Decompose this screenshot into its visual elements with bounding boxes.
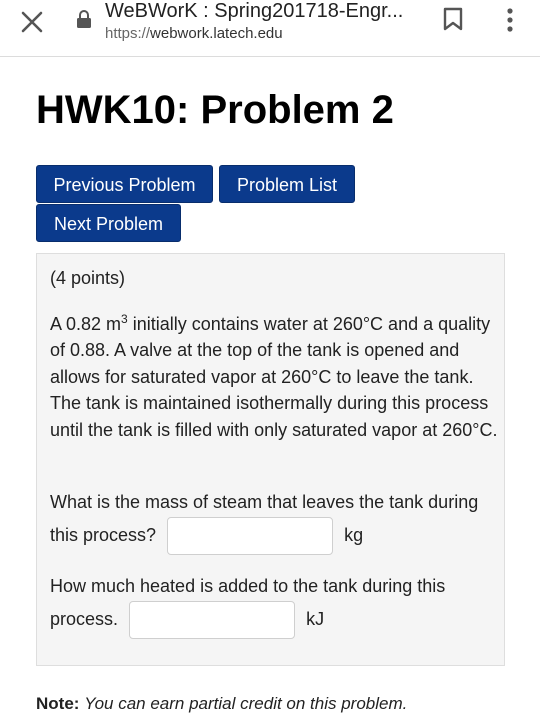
previous-problem-button[interactable]: Previous Problem [36,165,213,203]
url-scheme: https:// [105,25,151,42]
question-1: What is the mass of steam that leaves th… [50,487,498,555]
problem-panel: (4 points) A 0.82 m3 initially contains … [36,253,505,666]
next-problem-button[interactable]: Next Problem [36,204,181,242]
bookmark-icon[interactable] [442,6,464,32]
browser-toolbar: WeBWorK : Spring201718-Engr... https://w… [0,0,540,57]
answer-1-unit: kg [344,524,364,545]
note-text: You can earn partial credit on this prob… [84,694,408,713]
url-host: webwork.latech.edu [150,25,283,42]
note-label: Note: [36,694,80,713]
problem-list-button[interactable]: Problem List [219,165,355,203]
tab-title[interactable]: WeBWorK : Spring201718-Engr... [105,0,415,23]
url-bar[interactable]: https://webwork.latech.edu [105,25,283,42]
statement-part-a: A 0.82 m [50,314,122,334]
answer-2-input[interactable] [129,601,296,639]
close-icon[interactable] [18,8,46,36]
more-vert-icon[interactable] [500,6,520,34]
page-title: HWK10: Problem 2 [36,88,394,132]
answer-1-input[interactable] [167,517,334,555]
question-2: How much heated is added to the tank dur… [50,571,498,639]
problem-points: (4 points) [50,268,126,288]
answer-2-unit: kJ [306,608,325,629]
problem-statement: A 0.82 m3 initially contains water at 26… [50,311,498,443]
partial-credit-note: Note: You can earn partial credit on thi… [36,694,407,714]
statement-superscript: 3 [121,312,128,326]
lock-icon [77,10,91,28]
